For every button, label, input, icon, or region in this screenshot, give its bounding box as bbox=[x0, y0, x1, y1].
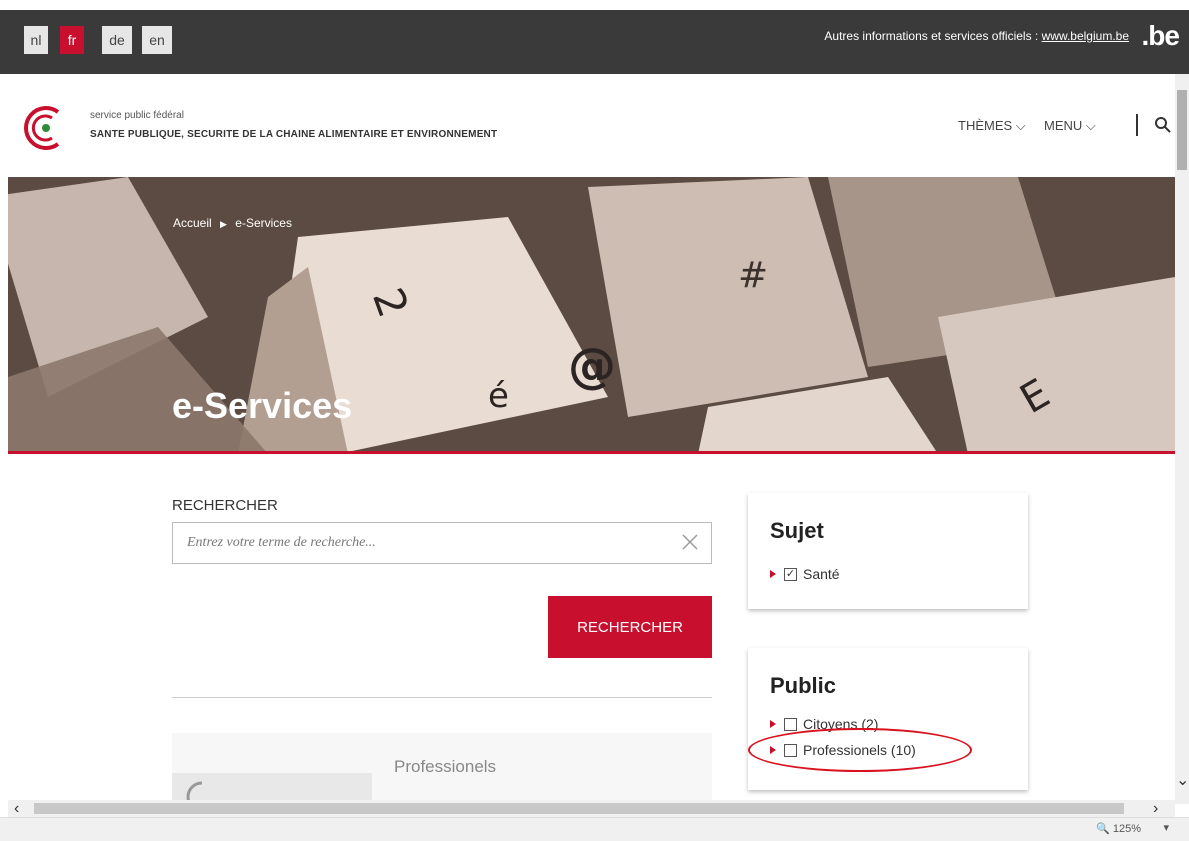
annotation-circle bbox=[748, 728, 972, 772]
page-title: e-Services bbox=[172, 385, 353, 426]
checkbox-checked[interactable]: ✓ bbox=[784, 567, 797, 581]
bullet-icon bbox=[770, 570, 776, 578]
svg-text:é: é bbox=[488, 376, 509, 416]
nav-menu[interactable]: MENU ⌵ bbox=[1044, 118, 1096, 134]
agency-logo-icon bbox=[186, 781, 203, 803]
top-bar: nl fr de en Autres informations et servi… bbox=[0, 0, 1189, 74]
scroll-down-icon[interactable]: ⌄ bbox=[1176, 770, 1189, 790]
vertical-scrollbar[interactable] bbox=[1175, 74, 1189, 804]
search-button[interactable]: RECHERCHER bbox=[548, 596, 712, 658]
hero-accent-line bbox=[8, 451, 1175, 454]
bullet-icon bbox=[770, 720, 776, 728]
agency-name: SANTE PUBLIQUE, SECURITE DE LA CHAINE AL… bbox=[90, 129, 498, 140]
checkbox[interactable] bbox=[784, 717, 797, 731]
lang-en[interactable]: en bbox=[142, 26, 172, 54]
nav-themes[interactable]: THÈMES ⌵ bbox=[958, 118, 1026, 134]
nav-separator bbox=[1136, 114, 1138, 136]
lang-de[interactable]: de bbox=[102, 26, 132, 54]
search-icon[interactable] bbox=[1154, 116, 1172, 134]
svg-text:#: # bbox=[738, 255, 768, 296]
agency-logo-icon[interactable] bbox=[18, 104, 64, 150]
breadcrumb: Accueil ▶ e-Services bbox=[173, 216, 292, 230]
lang-nl[interactable]: nl bbox=[24, 26, 48, 54]
horizontal-scroll-thumb[interactable] bbox=[34, 803, 1124, 814]
search-label: RECHERCHER bbox=[172, 497, 278, 514]
lang-fr[interactable]: fr bbox=[60, 26, 84, 54]
be-logo[interactable]: .be bbox=[1142, 20, 1180, 52]
scroll-right-icon[interactable]: › bbox=[1153, 800, 1158, 818]
vertical-scroll-thumb[interactable] bbox=[1177, 90, 1187, 170]
breadcrumb-separator-icon: ▶ bbox=[220, 219, 227, 229]
svg-text:@: @ bbox=[568, 338, 616, 394]
result-card[interactable]: Professionels bbox=[172, 733, 712, 803]
site-header: service public fédéral SANTE PUBLIQUE, S… bbox=[0, 74, 1175, 177]
status-bar: 🔍 125% ▾ bbox=[0, 817, 1189, 841]
result-thumbnail bbox=[172, 773, 372, 803]
belgium-link[interactable]: www.belgium.be bbox=[1042, 29, 1129, 43]
filter-label: Santé bbox=[803, 566, 840, 582]
filter-title-public: Public bbox=[770, 673, 837, 698]
zoom-dropdown-icon[interactable]: ▾ bbox=[1163, 821, 1169, 834]
zoom-level[interactable]: 🔍 125% bbox=[1096, 822, 1141, 835]
filter-panel-sujet: Sujet ✓ Santé bbox=[748, 493, 1028, 609]
agency-type: service public fédéral bbox=[90, 110, 184, 121]
filter-item-sante[interactable]: ✓ Santé bbox=[770, 566, 840, 582]
scroll-left-icon[interactable]: ‹ bbox=[14, 800, 19, 818]
filter-title-sujet: Sujet bbox=[770, 518, 824, 543]
search-input[interactable] bbox=[172, 522, 712, 564]
official-text: Autres informations et services officiel… bbox=[824, 29, 1039, 43]
zoom-value: 125% bbox=[1112, 823, 1141, 835]
official-services: Autres informations et services officiel… bbox=[824, 29, 1129, 43]
result-category: Professionels bbox=[394, 757, 497, 776]
breadcrumb-current: e-Services bbox=[235, 216, 292, 230]
content-divider bbox=[172, 697, 712, 698]
breadcrumb-home[interactable]: Accueil bbox=[173, 216, 212, 230]
clear-icon[interactable] bbox=[680, 532, 700, 552]
